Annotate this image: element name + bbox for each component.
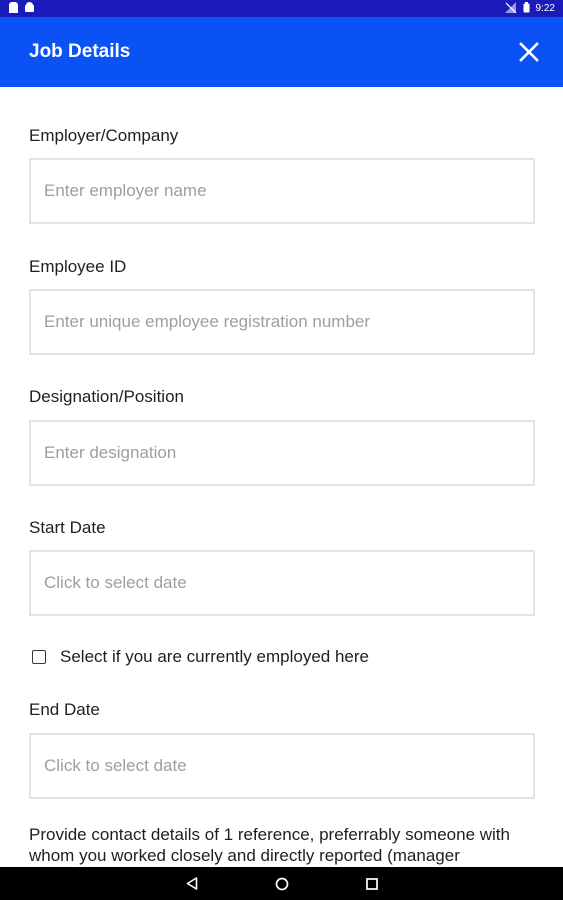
page-title: Job Details <box>29 41 131 62</box>
reference-info-text: Provide contact details of 1 reference, … <box>29 825 510 865</box>
start-date-label: Start Date <box>29 518 106 537</box>
status-left-icons <box>9 1 35 16</box>
end-date-picker[interactable] <box>29 733 535 799</box>
status-bar: 9:22 <box>0 0 563 17</box>
status-right-icons: 9:22 <box>504 1 555 16</box>
recents-button[interactable] <box>352 867 392 900</box>
designation-input[interactable] <box>29 420 535 486</box>
employee-id-input[interactable] <box>29 289 535 355</box>
sim-card-icon <box>9 1 18 16</box>
no-signal-icon <box>504 1 517 16</box>
close-button[interactable] <box>517 40 541 64</box>
back-button[interactable] <box>172 867 212 900</box>
back-icon <box>186 877 198 890</box>
end-date-label: End Date <box>29 700 100 719</box>
home-button[interactable] <box>262 867 302 900</box>
currently-employed-label: Select if you are currently employed her… <box>60 647 369 666</box>
designation-label: Designation/Position <box>29 387 184 406</box>
android-icon <box>24 2 35 15</box>
home-icon <box>275 877 289 890</box>
currently-employed-row[interactable]: Select if you are currently employed her… <box>29 647 369 667</box>
close-icon <box>519 42 539 62</box>
employer-input[interactable] <box>29 158 535 224</box>
recents-icon <box>366 877 378 890</box>
app-bar: Job Details <box>0 17 563 87</box>
status-time: 9:22 <box>535 3 555 14</box>
employer-label: Employer/Company <box>29 126 179 145</box>
system-nav-bar <box>0 867 563 900</box>
start-date-picker[interactable] <box>29 550 535 616</box>
currently-employed-checkbox[interactable] <box>32 650 46 664</box>
employee-id-label: Employee ID <box>29 257 127 276</box>
battery-icon <box>523 1 530 16</box>
